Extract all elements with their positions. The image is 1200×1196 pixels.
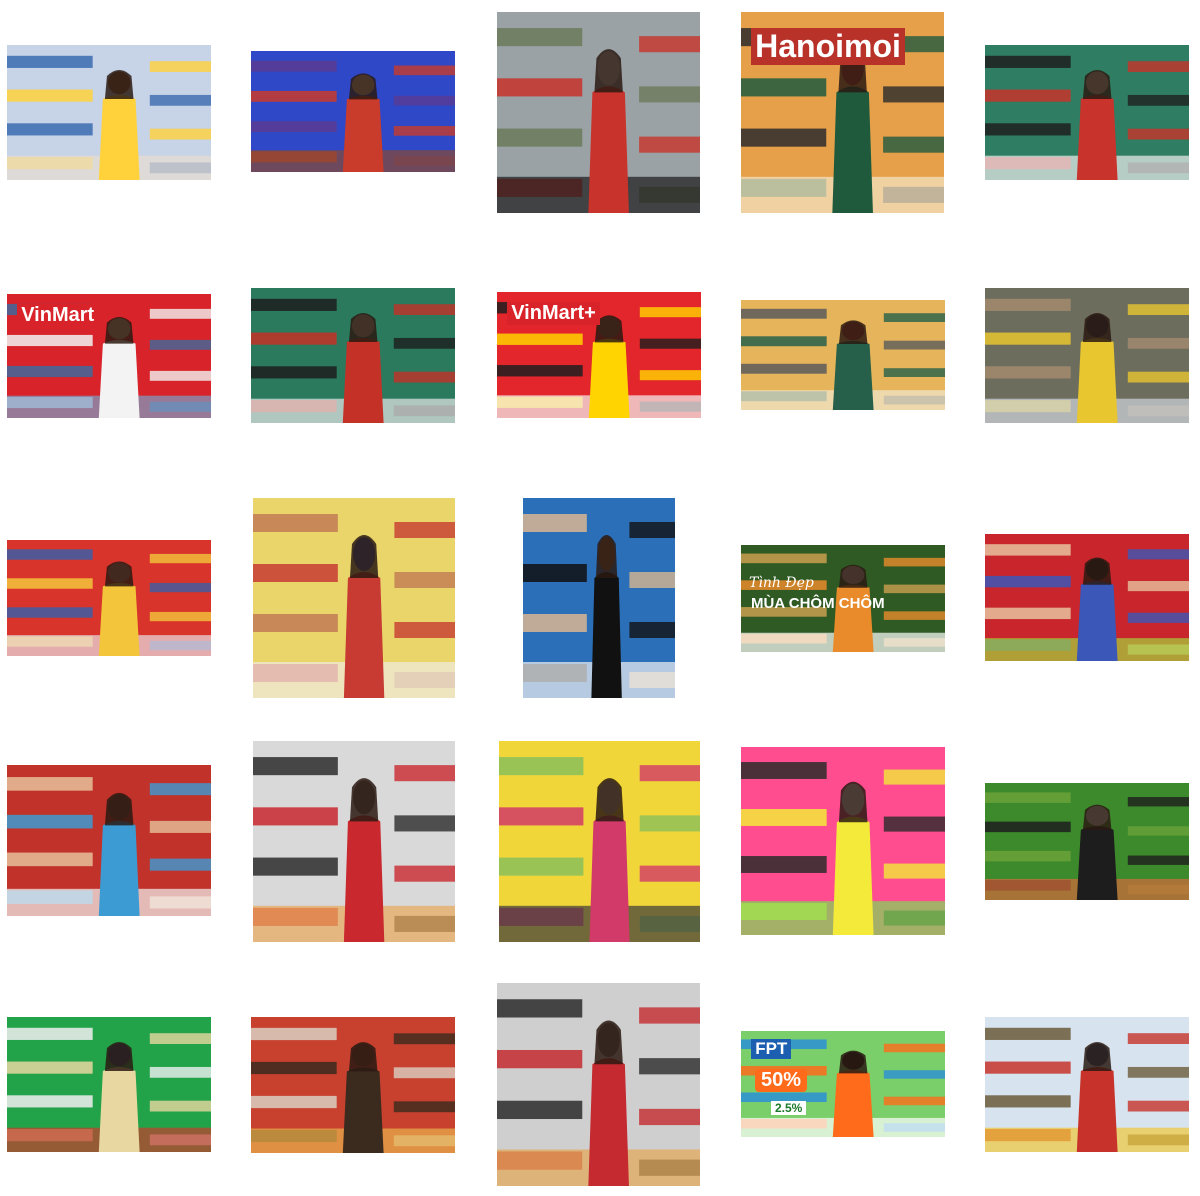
photo-thumbnail[interactable]: [985, 534, 1189, 661]
photo-thumbnail[interactable]: [985, 288, 1189, 423]
photo-sign-text: FPT: [751, 1039, 792, 1060]
photo-thumbnail[interactable]: [497, 12, 700, 213]
photo-thumbnail[interactable]: [985, 1017, 1189, 1152]
photo-thumbnail[interactable]: [985, 783, 1189, 900]
photo-image: [497, 12, 700, 213]
photo-caption-script: Tình Đẹp: [749, 574, 814, 591]
photo-image: [985, 288, 1189, 423]
photo-thumbnail[interactable]: [523, 498, 675, 698]
photo-image: [741, 300, 945, 410]
photo-image: [499, 741, 700, 942]
photo-thumbnail[interactable]: [251, 1017, 455, 1153]
photo-thumbnail[interactable]: [7, 45, 211, 180]
photo-image: [985, 45, 1189, 180]
photo-grid: Hanoimoi VinMart VinMart+ Tình Đẹp MÙA CHÔM …: [0, 0, 1200, 1196]
photo-sign-text: VinMart: [17, 303, 99, 327]
photo-image: [7, 540, 211, 656]
photo-thumbnail[interactable]: [7, 1017, 211, 1152]
photo-thumbnail[interactable]: Tình Đẹp MÙA CHÔM CHÔM: [741, 545, 945, 652]
photo-thumbnail[interactable]: [251, 51, 455, 172]
photo-thumbnail[interactable]: VinMart+: [497, 292, 701, 418]
photo-thumbnail[interactable]: [251, 288, 455, 423]
photo-image: [7, 1017, 211, 1152]
photo-image: [7, 765, 211, 916]
photo-thumbnail[interactable]: [741, 747, 945, 935]
photo-image: [253, 741, 455, 942]
promo-badge: 50%: [755, 1069, 808, 1093]
photo-thumbnail[interactable]: [7, 765, 211, 916]
photo-image: [741, 747, 945, 935]
photo-image: [985, 1017, 1189, 1152]
photo-thumbnail[interactable]: Hanoimoi: [741, 12, 944, 213]
photo-thumbnail[interactable]: [741, 300, 945, 410]
photo-image: [253, 498, 455, 698]
promo-discount: 2.5%: [771, 1100, 807, 1115]
photo-thumbnail[interactable]: FPT 50% 2.5%: [741, 1031, 945, 1137]
photo-thumbnail[interactable]: [985, 45, 1189, 180]
photo-image: [985, 534, 1189, 661]
photo-thumbnail[interactable]: [497, 983, 700, 1186]
photo-thumbnail[interactable]: VinMart: [7, 294, 211, 418]
photo-image: [985, 783, 1189, 900]
photo-image: [523, 498, 675, 698]
photo-image: [251, 288, 455, 423]
photo-thumbnail[interactable]: [253, 741, 455, 942]
photo-thumbnail[interactable]: [499, 741, 700, 942]
photo-sign-text: VinMart+: [507, 302, 600, 326]
photo-image: [251, 51, 455, 172]
photo-image: [7, 45, 211, 180]
photo-thumbnail[interactable]: [253, 498, 455, 698]
photo-image: [497, 983, 700, 1186]
photo-thumbnail[interactable]: [7, 540, 211, 656]
photo-caption: MÙA CHÔM CHÔM: [751, 595, 885, 613]
photo-sign-text: Hanoimoi: [751, 28, 905, 66]
photo-image: [251, 1017, 455, 1153]
